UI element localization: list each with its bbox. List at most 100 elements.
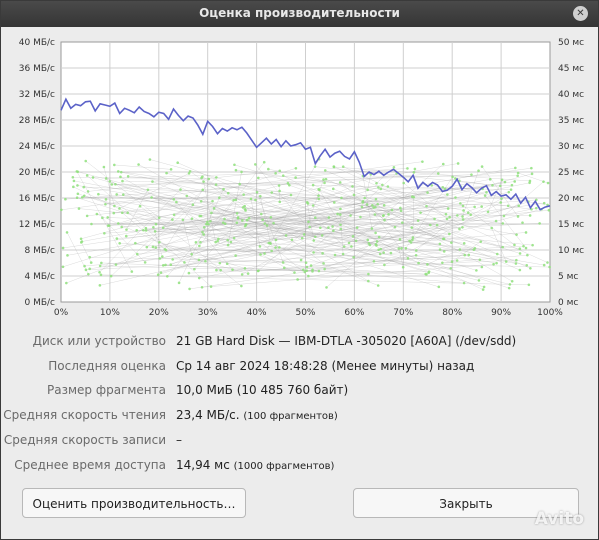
access-time-point — [392, 166, 396, 169]
access-time-point — [492, 262, 495, 266]
access-time-point — [82, 185, 86, 189]
access-time-point — [459, 202, 462, 205]
access-time-point — [477, 169, 480, 173]
y-right-tick-label: 35 мс — [558, 116, 584, 126]
start-benchmark-button[interactable]: Оценить производительность… — [22, 488, 246, 518]
access-time-point — [188, 287, 191, 291]
access-time-point — [212, 207, 216, 210]
access-time-point — [352, 255, 355, 259]
access-time-point — [530, 172, 534, 176]
access-time-point — [302, 268, 305, 272]
access-time-point — [378, 252, 382, 256]
access-time-point — [462, 209, 465, 212]
access-time-point — [332, 229, 335, 232]
y-axis-right: 50 мс 45 мс 40 мс 35 мс 30 мс 25 мс 20 мс 15 мс… — [558, 38, 584, 308]
access-time-point — [106, 224, 110, 227]
access-time-point — [124, 234, 128, 238]
access-time-point — [339, 227, 343, 231]
access-time-point — [458, 227, 461, 231]
last-benchmark-label: Последняя оценка — [48, 359, 166, 373]
access-time-point — [317, 269, 321, 273]
access-time-point — [367, 272, 370, 276]
access-time-point — [491, 183, 494, 187]
access-time-point — [256, 176, 260, 180]
access-time-point — [161, 264, 165, 267]
access-time-point — [381, 214, 385, 217]
access-time-point — [246, 272, 250, 275]
titlebar[interactable]: Оценка производительности ✕ — [1, 1, 598, 27]
row-access-time: Среднее время доступа 14,94 мс (1000 фра… — [1, 455, 598, 475]
access-time-point — [125, 228, 128, 231]
x-tick-label: 60% — [344, 308, 364, 318]
access-time-point — [265, 224, 269, 227]
access-time-label: Среднее время доступа — [14, 458, 166, 472]
access-time-point — [382, 204, 386, 207]
access-time-point — [349, 214, 352, 217]
access-time-point — [90, 222, 93, 226]
access-time-point — [409, 241, 413, 244]
access-time-point — [305, 201, 309, 204]
access-time-point — [490, 226, 494, 230]
access-time-point — [441, 185, 445, 189]
x-tick-label: 10% — [100, 308, 120, 318]
y-left-tick-label: 28 МБ/с — [19, 116, 55, 126]
access-time-point — [479, 240, 483, 243]
access-time-point — [104, 202, 107, 206]
x-tick-label: 20% — [149, 308, 169, 318]
row-read-rate: Средняя скорость чтения 23,4 МБ/с. (100 … — [1, 405, 598, 425]
access-time-point — [65, 281, 68, 285]
y-right-tick-label: 5 мс — [558, 272, 578, 282]
access-time-point — [495, 252, 499, 256]
access-time-point — [517, 204, 521, 208]
y-right-tick-label: 10 мс — [558, 246, 584, 256]
access-time-point — [317, 194, 320, 197]
access-time-point — [516, 215, 520, 218]
access-time-point — [397, 247, 401, 250]
access-time-point — [235, 221, 239, 225]
access-time-point — [419, 211, 422, 214]
access-time-point — [197, 276, 201, 280]
access-time-point — [374, 231, 377, 235]
access-time-point — [119, 175, 122, 179]
access-time-point — [365, 203, 369, 206]
y-left-tick-label: 0 МБ/с — [24, 298, 55, 308]
access-time-point — [513, 243, 516, 247]
access-time-point — [322, 262, 325, 265]
access-time-point — [376, 284, 380, 287]
access-time-point — [216, 239, 219, 243]
access-time-point — [156, 273, 160, 277]
access-time-point — [151, 180, 154, 183]
access-time-point — [256, 269, 260, 273]
access-time-point — [61, 265, 65, 269]
access-time-point — [193, 267, 196, 271]
access-time-point — [399, 206, 402, 210]
access-time-point — [411, 236, 415, 239]
access-time-point — [101, 216, 104, 220]
access-time-point — [177, 281, 181, 285]
access-time-point — [473, 205, 476, 209]
access-time-point — [112, 211, 116, 215]
access-time-point — [416, 219, 420, 222]
access-time-point — [194, 241, 198, 244]
access-time-point — [172, 213, 176, 217]
access-time-point — [234, 168, 238, 172]
access-time-point — [528, 214, 532, 217]
access-time-point — [200, 176, 203, 180]
access-time-point — [130, 270, 134, 273]
y-left-tick-label: 36 МБ/с — [19, 64, 55, 74]
access-time-point — [351, 235, 355, 238]
access-time-point — [389, 251, 393, 255]
access-time-point — [278, 246, 281, 249]
access-time-point — [222, 187, 225, 191]
close-icon[interactable]: ✕ — [573, 6, 588, 21]
sample-size-label: Размер фрагмента — [47, 383, 166, 397]
access-time-point — [339, 223, 342, 227]
access-time-point — [154, 222, 158, 226]
access-time-point — [502, 214, 506, 218]
access-time-point — [322, 178, 325, 181]
access-time-point — [99, 273, 103, 277]
access-time-point — [355, 226, 359, 229]
y-right-tick-label: 15 мс — [558, 220, 584, 230]
access-time-point — [158, 240, 161, 244]
access-time-point — [510, 279, 514, 283]
